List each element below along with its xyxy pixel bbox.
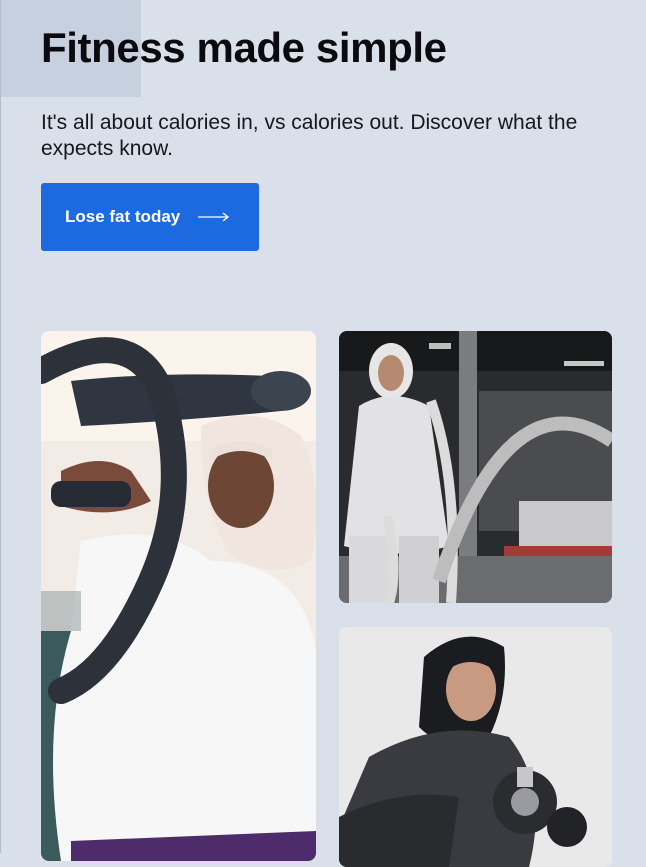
hero-section: Fitness made simple It's all about calor…: [41, 22, 621, 162]
lose-fat-cta-button[interactable]: Lose fat today: [41, 183, 259, 251]
arrow-right-icon: [198, 212, 230, 222]
battle-ropes-photo: [339, 331, 612, 603]
dumbbell-photo: [339, 627, 612, 867]
gym-machine-photo: [41, 331, 316, 861]
cta-label: Lose fat today: [65, 207, 181, 226]
page-title: Fitness made simple: [41, 24, 447, 71]
hero-subtitle: It's all about calories in, vs calories …: [41, 111, 578, 160]
